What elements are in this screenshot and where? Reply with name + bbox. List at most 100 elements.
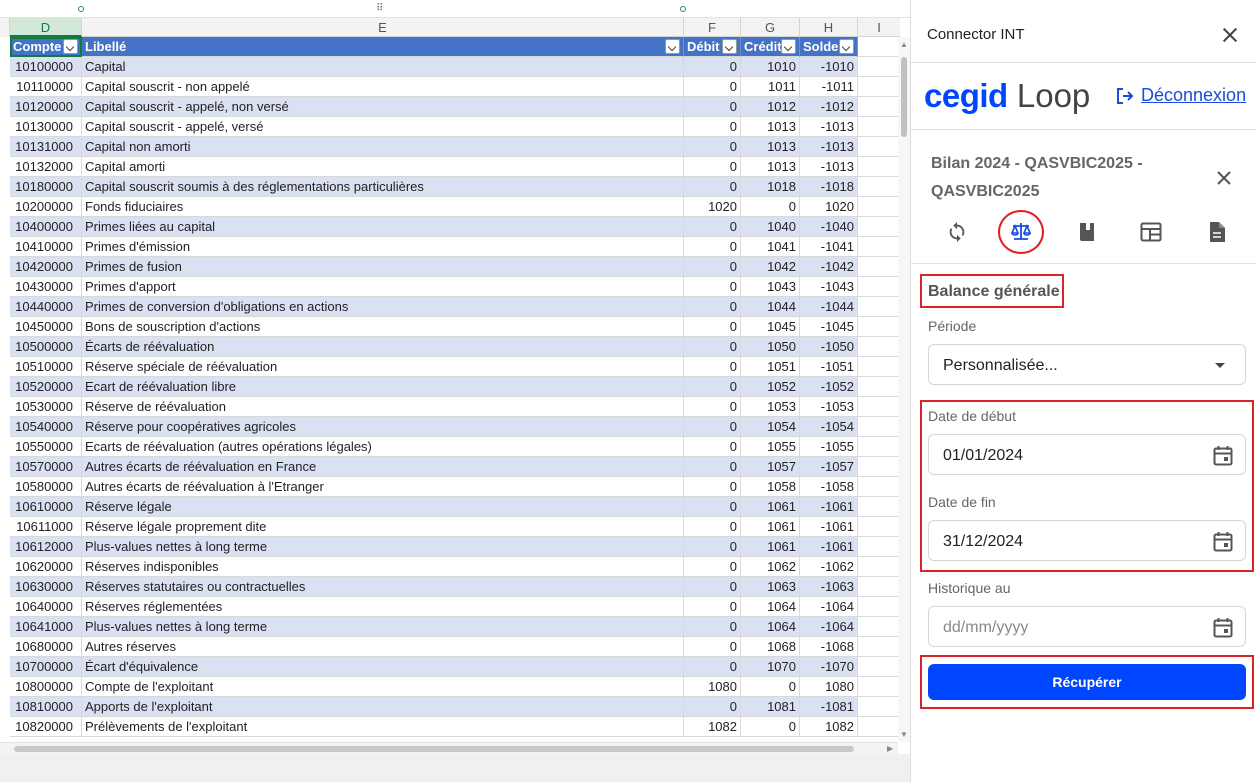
cell-compte[interactable]: 10500000	[10, 337, 82, 357]
select-all-corner[interactable]	[0, 18, 10, 37]
cell-credit[interactable]: 0	[741, 197, 800, 217]
empty-cell[interactable]	[858, 177, 900, 197]
empty-cell[interactable]	[858, 57, 900, 77]
cell-credit[interactable]: 1070	[741, 657, 800, 677]
cell-solde[interactable]: -1018	[800, 177, 858, 197]
cell-compte[interactable]: 10120000	[10, 97, 82, 117]
scroll-up-icon[interactable]: ▲	[900, 41, 908, 49]
calendar-icon[interactable]	[1213, 445, 1233, 467]
document-button[interactable]	[1199, 214, 1235, 250]
journal-button[interactable]	[1069, 214, 1105, 250]
empty-cell[interactable]	[858, 577, 900, 597]
cell-debit[interactable]: 0	[684, 497, 741, 517]
empty-cell[interactable]	[858, 97, 900, 117]
empty-cell[interactable]	[858, 337, 900, 357]
filter-dropdown-icon[interactable]	[665, 39, 680, 54]
empty-cell[interactable]	[858, 297, 900, 317]
filter-dropdown-icon[interactable]	[839, 39, 854, 54]
cell-compte[interactable]: 10410000	[10, 237, 82, 257]
cell-solde[interactable]: -1061	[800, 537, 858, 557]
empty-cell[interactable]	[858, 497, 900, 517]
cell-compte[interactable]: 10580000	[10, 477, 82, 497]
column-header-d[interactable]: D	[10, 18, 82, 37]
logout-link[interactable]: Déconnexion	[1115, 85, 1246, 106]
empty-cell[interactable]	[858, 657, 900, 677]
close-dossier-button[interactable]	[1213, 167, 1235, 189]
cell-compte[interactable]: 10550000	[10, 437, 82, 457]
cell-debit[interactable]: 0	[684, 117, 741, 137]
cell-libelle[interactable]: Primes liées au capital	[82, 217, 684, 237]
scroll-down-icon[interactable]: ▼	[900, 731, 908, 739]
cell-compte[interactable]: 10611000	[10, 517, 82, 537]
cell-credit[interactable]: 1010	[741, 57, 800, 77]
column-header-i[interactable]: I	[858, 18, 900, 37]
cell-compte[interactable]: 10540000	[10, 417, 82, 437]
cell-credit[interactable]: 1018	[741, 177, 800, 197]
cell-credit[interactable]: 1061	[741, 517, 800, 537]
cell-compte[interactable]: 10110000	[10, 77, 82, 97]
cell-libelle[interactable]: Capital souscrit soumis à des réglementa…	[82, 177, 684, 197]
column-header-g[interactable]: G	[741, 18, 800, 37]
empty-cell[interactable]	[858, 537, 900, 557]
cell-debit[interactable]: 0	[684, 517, 741, 537]
cell-debit[interactable]: 0	[684, 697, 741, 717]
cell-solde[interactable]: -1064	[800, 597, 858, 617]
cell-solde[interactable]: -1041	[800, 237, 858, 257]
cell-solde[interactable]: -1040	[800, 217, 858, 237]
resize-handle[interactable]	[680, 6, 686, 12]
header-cell-compte[interactable]: Compte	[10, 37, 82, 57]
cell-debit[interactable]: 0	[684, 417, 741, 437]
empty-cell[interactable]	[858, 237, 900, 257]
cell-libelle[interactable]: Réserve légale	[82, 497, 684, 517]
cell-libelle[interactable]: Bons de souscription d'actions	[82, 317, 684, 337]
cell-credit[interactable]: 1064	[741, 597, 800, 617]
cell-libelle[interactable]: Primes d'émission	[82, 237, 684, 257]
empty-cell[interactable]	[858, 697, 900, 717]
history-date-field[interactable]: dd/mm/yyyy	[928, 606, 1246, 647]
cell-solde[interactable]: -1013	[800, 117, 858, 137]
empty-cell[interactable]	[858, 117, 900, 137]
cell-libelle[interactable]: Réserves statutaires ou contractuelles	[82, 577, 684, 597]
cell-debit[interactable]: 1080	[684, 677, 741, 697]
cell-credit[interactable]: 1061	[741, 537, 800, 557]
cell-credit[interactable]: 1012	[741, 97, 800, 117]
end-date-field[interactable]: 31/12/2024	[928, 520, 1246, 561]
column-header-e[interactable]: E	[82, 18, 684, 37]
cell-credit[interactable]: 1064	[741, 617, 800, 637]
close-pane-button[interactable]	[1219, 24, 1241, 46]
cell-libelle[interactable]: Autres écarts de réévaluation en France	[82, 457, 684, 477]
cell-libelle[interactable]: Capital souscrit - appelé, non versé	[82, 97, 684, 117]
cell-debit[interactable]: 0	[684, 177, 741, 197]
cell-solde[interactable]: 1080	[800, 677, 858, 697]
cell-compte[interactable]: 10132000	[10, 157, 82, 177]
cell-credit[interactable]: 1061	[741, 497, 800, 517]
empty-cell[interactable]	[858, 637, 900, 657]
cell-credit[interactable]: 1045	[741, 317, 800, 337]
cell-solde[interactable]: -1011	[800, 77, 858, 97]
cell-debit[interactable]: 0	[684, 597, 741, 617]
cell-compte[interactable]: 10520000	[10, 377, 82, 397]
cell-libelle[interactable]: Ecart de réévaluation libre	[82, 377, 684, 397]
cell-credit[interactable]: 1040	[741, 217, 800, 237]
cell-solde[interactable]: -1055	[800, 437, 858, 457]
cell-debit[interactable]: 0	[684, 617, 741, 637]
scroll-right-icon[interactable]: ▶	[887, 745, 893, 753]
cell-compte[interactable]: 10200000	[10, 197, 82, 217]
cell-solde[interactable]: -1052	[800, 377, 858, 397]
cell-compte[interactable]: 10100000	[10, 57, 82, 77]
cell-debit[interactable]: 0	[684, 137, 741, 157]
cell-libelle[interactable]: Fonds fiduciaires	[82, 197, 684, 217]
cell-libelle[interactable]: Réserves indisponibles	[82, 557, 684, 577]
cell-compte[interactable]: 10510000	[10, 357, 82, 377]
balance-button[interactable]	[998, 210, 1044, 254]
empty-cell[interactable]	[858, 157, 900, 177]
cell-credit[interactable]: 1055	[741, 437, 800, 457]
cell-libelle[interactable]: Compte de l'exploitant	[82, 677, 684, 697]
cell-solde[interactable]: -1061	[800, 497, 858, 517]
recuperer-button[interactable]: Récupérer	[928, 664, 1246, 700]
cell-solde[interactable]: -1050	[800, 337, 858, 357]
cell-debit[interactable]: 0	[684, 557, 741, 577]
sync-button[interactable]	[939, 214, 975, 250]
cell-libelle[interactable]: Réserve légale proprement dite	[82, 517, 684, 537]
cell-credit[interactable]: 1054	[741, 417, 800, 437]
